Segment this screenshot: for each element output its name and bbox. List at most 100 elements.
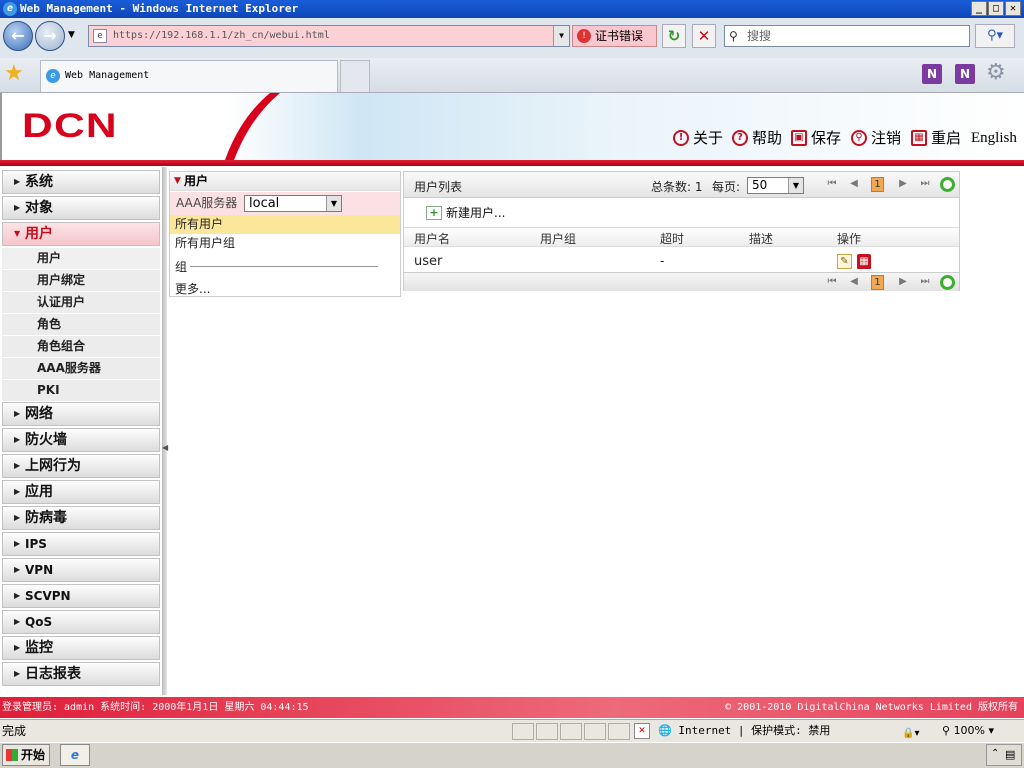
- browser-tab[interactable]: e Web Management: [40, 60, 338, 92]
- more-link[interactable]: 更多...: [175, 280, 210, 297]
- submenu-item-pki[interactable]: PKI: [2, 380, 160, 402]
- per-page-select[interactable]: 50 ▼: [747, 177, 804, 194]
- history-dropdown-icon[interactable]: ▼: [68, 30, 75, 40]
- column-header[interactable]: 用户名: [414, 230, 450, 247]
- prev-page-icon[interactable]: ◀: [847, 177, 861, 191]
- menu-label: 网络: [25, 406, 53, 422]
- cert-error-label: 证书错误: [595, 29, 644, 43]
- aaa-server-select[interactable]: local ▼: [244, 195, 342, 212]
- tray-chevron-icon[interactable]: ⌃: [991, 748, 999, 759]
- submenu-item-role-combination[interactable]: 角色组合: [2, 336, 160, 358]
- first-page-icon[interactable]: ⏮: [825, 177, 839, 191]
- system-tray[interactable]: ⌃ ▤: [986, 744, 1022, 766]
- onenote-send-icon[interactable]: N: [955, 64, 975, 84]
- next-page-icon[interactable]: ▶: [896, 275, 910, 289]
- menu-item-ips[interactable]: ▶ IPS: [2, 532, 160, 556]
- tree-item-all-users[interactable]: 所有用户: [170, 215, 400, 234]
- logout-link[interactable]: ⚲ 注销: [851, 128, 901, 148]
- submenu-item-aaa-server[interactable]: AAA服务器: [2, 358, 160, 380]
- new-tab-button[interactable]: [340, 60, 370, 92]
- edit-icon[interactable]: ✎: [837, 254, 852, 269]
- menu-item-firewall[interactable]: ▶ 防火墙: [2, 428, 160, 452]
- column-header[interactable]: 用户组: [540, 230, 576, 247]
- network-tray-icon[interactable]: ▤: [1005, 748, 1015, 761]
- expand-arrow-icon: ▶: [14, 177, 21, 186]
- zoom-control[interactable]: ⚲ 100% ▾: [942, 720, 994, 742]
- help-icon: ?: [732, 130, 748, 146]
- header-swoosh: [225, 93, 280, 160]
- submenu-item-user[interactable]: 用户: [2, 248, 160, 270]
- popup-blocked-icon[interactable]: ✕: [634, 723, 650, 739]
- start-button[interactable]: 开始: [2, 744, 50, 766]
- reboot-link[interactable]: ▦ 重启: [911, 128, 961, 148]
- tree-item-all-groups[interactable]: 所有用户组: [170, 234, 400, 253]
- maximize-button[interactable]: □: [988, 1, 1004, 16]
- per-page-label: 每页:: [712, 180, 741, 194]
- last-page-icon[interactable]: ⏭: [918, 177, 932, 191]
- refresh-list-icon[interactable]: [940, 275, 955, 290]
- next-page-icon[interactable]: ▶: [896, 177, 910, 191]
- english-language-link[interactable]: English: [971, 128, 1017, 148]
- aaa-server-row: AAA服务器 local ▼: [170, 192, 400, 215]
- help-link[interactable]: ? 帮助: [732, 128, 782, 148]
- user-tree-panel: ▼ 用户 AAA服务器 local ▼ 所有用户 所有用户组 组 更多...: [169, 171, 401, 297]
- about-label: 关于: [693, 129, 724, 147]
- about-link[interactable]: ! 关于: [673, 128, 723, 148]
- address-bar[interactable]: e https://192.168.1.1/zh_cn/webui.html ▼: [88, 25, 570, 47]
- menu-item-application[interactable]: ▶ 应用: [2, 480, 160, 504]
- search-input[interactable]: ⚲ 搜搜: [724, 25, 970, 47]
- submenu-item-role[interactable]: 角色: [2, 314, 160, 336]
- last-page-icon[interactable]: ⏭: [918, 275, 932, 289]
- menu-item-object[interactable]: ▶ 对象: [2, 196, 160, 220]
- menu-item-user[interactable]: ▼ 用户: [2, 222, 160, 246]
- first-page-icon[interactable]: ⏮: [825, 275, 839, 289]
- current-page[interactable]: 1: [871, 177, 884, 192]
- ie-taskbar-icon[interactable]: e: [60, 744, 90, 766]
- delete-icon[interactable]: ▦: [857, 254, 871, 269]
- onenote-icon[interactable]: N: [922, 64, 942, 84]
- minimize-button[interactable]: _: [971, 1, 987, 16]
- menu-item-system[interactable]: ▶ 系统: [2, 170, 160, 194]
- column-header[interactable]: 超时: [660, 230, 684, 247]
- address-dropdown-icon[interactable]: ▼: [553, 26, 569, 46]
- save-link[interactable]: ▣ 保存: [791, 128, 841, 148]
- menu-item-vpn[interactable]: ▶ VPN: [2, 558, 160, 582]
- search-go-button[interactable]: ⚲▾: [975, 24, 1015, 48]
- submenu-item-user-binding[interactable]: 用户绑定: [2, 270, 160, 292]
- refresh-list-icon[interactable]: [940, 177, 955, 192]
- new-user-button[interactable]: + 新建用户...: [426, 204, 505, 222]
- chevron-down-icon[interactable]: ▼: [326, 196, 341, 211]
- submenu-item-auth-user[interactable]: 认证用户: [2, 292, 160, 314]
- column-header[interactable]: 描述: [749, 230, 773, 247]
- menu-item-network[interactable]: ▶ 网络: [2, 402, 160, 426]
- sidebar-splitter[interactable]: ◀: [162, 167, 168, 695]
- menu-label: 防病毒: [25, 510, 67, 526]
- chevron-down-icon[interactable]: ▼: [788, 178, 803, 193]
- favorites-star-icon[interactable]: ★: [4, 61, 24, 86]
- expand-arrow-icon: ▶: [14, 409, 21, 418]
- security-zone[interactable]: 🌐 Internet | 保护模式: 禁用: [658, 720, 830, 742]
- expand-arrow-icon: ▶: [14, 591, 21, 600]
- forward-button[interactable]: →: [35, 21, 65, 51]
- current-page[interactable]: 1: [871, 275, 884, 290]
- collapse-left-icon[interactable]: ◀: [162, 443, 168, 452]
- stop-icon[interactable]: ✕: [692, 24, 716, 48]
- menu-item-web-behavior[interactable]: ▶ 上网行为: [2, 454, 160, 478]
- menu-item-scvpn[interactable]: ▶ SCVPN: [2, 584, 160, 608]
- close-window-button[interactable]: ✕: [1005, 1, 1021, 16]
- back-button[interactable]: ←: [3, 21, 33, 51]
- menu-item-antivirus[interactable]: ▶ 防病毒: [2, 506, 160, 530]
- refresh-icon[interactable]: ↻: [662, 24, 686, 48]
- add-user-icon: +: [426, 206, 442, 220]
- certificate-error-button[interactable]: ! 证书错误: [572, 25, 657, 47]
- menu-item-monitor[interactable]: ▶ 监控: [2, 636, 160, 660]
- prev-page-icon[interactable]: ◀: [847, 275, 861, 289]
- tools-gear-icon[interactable]: ⚙: [986, 60, 1006, 85]
- menu-item-qos[interactable]: ▶ QoS: [2, 610, 160, 634]
- total-count: 总条数: 1: [651, 180, 703, 194]
- collapse-arrow-icon[interactable]: ▼: [174, 172, 181, 190]
- dcn-logo: DCN: [22, 107, 118, 145]
- menu-label: VPN: [25, 563, 54, 577]
- menu-item-log-report[interactable]: ▶ 日志报表: [2, 662, 160, 686]
- menu-label: 应用: [25, 484, 53, 500]
